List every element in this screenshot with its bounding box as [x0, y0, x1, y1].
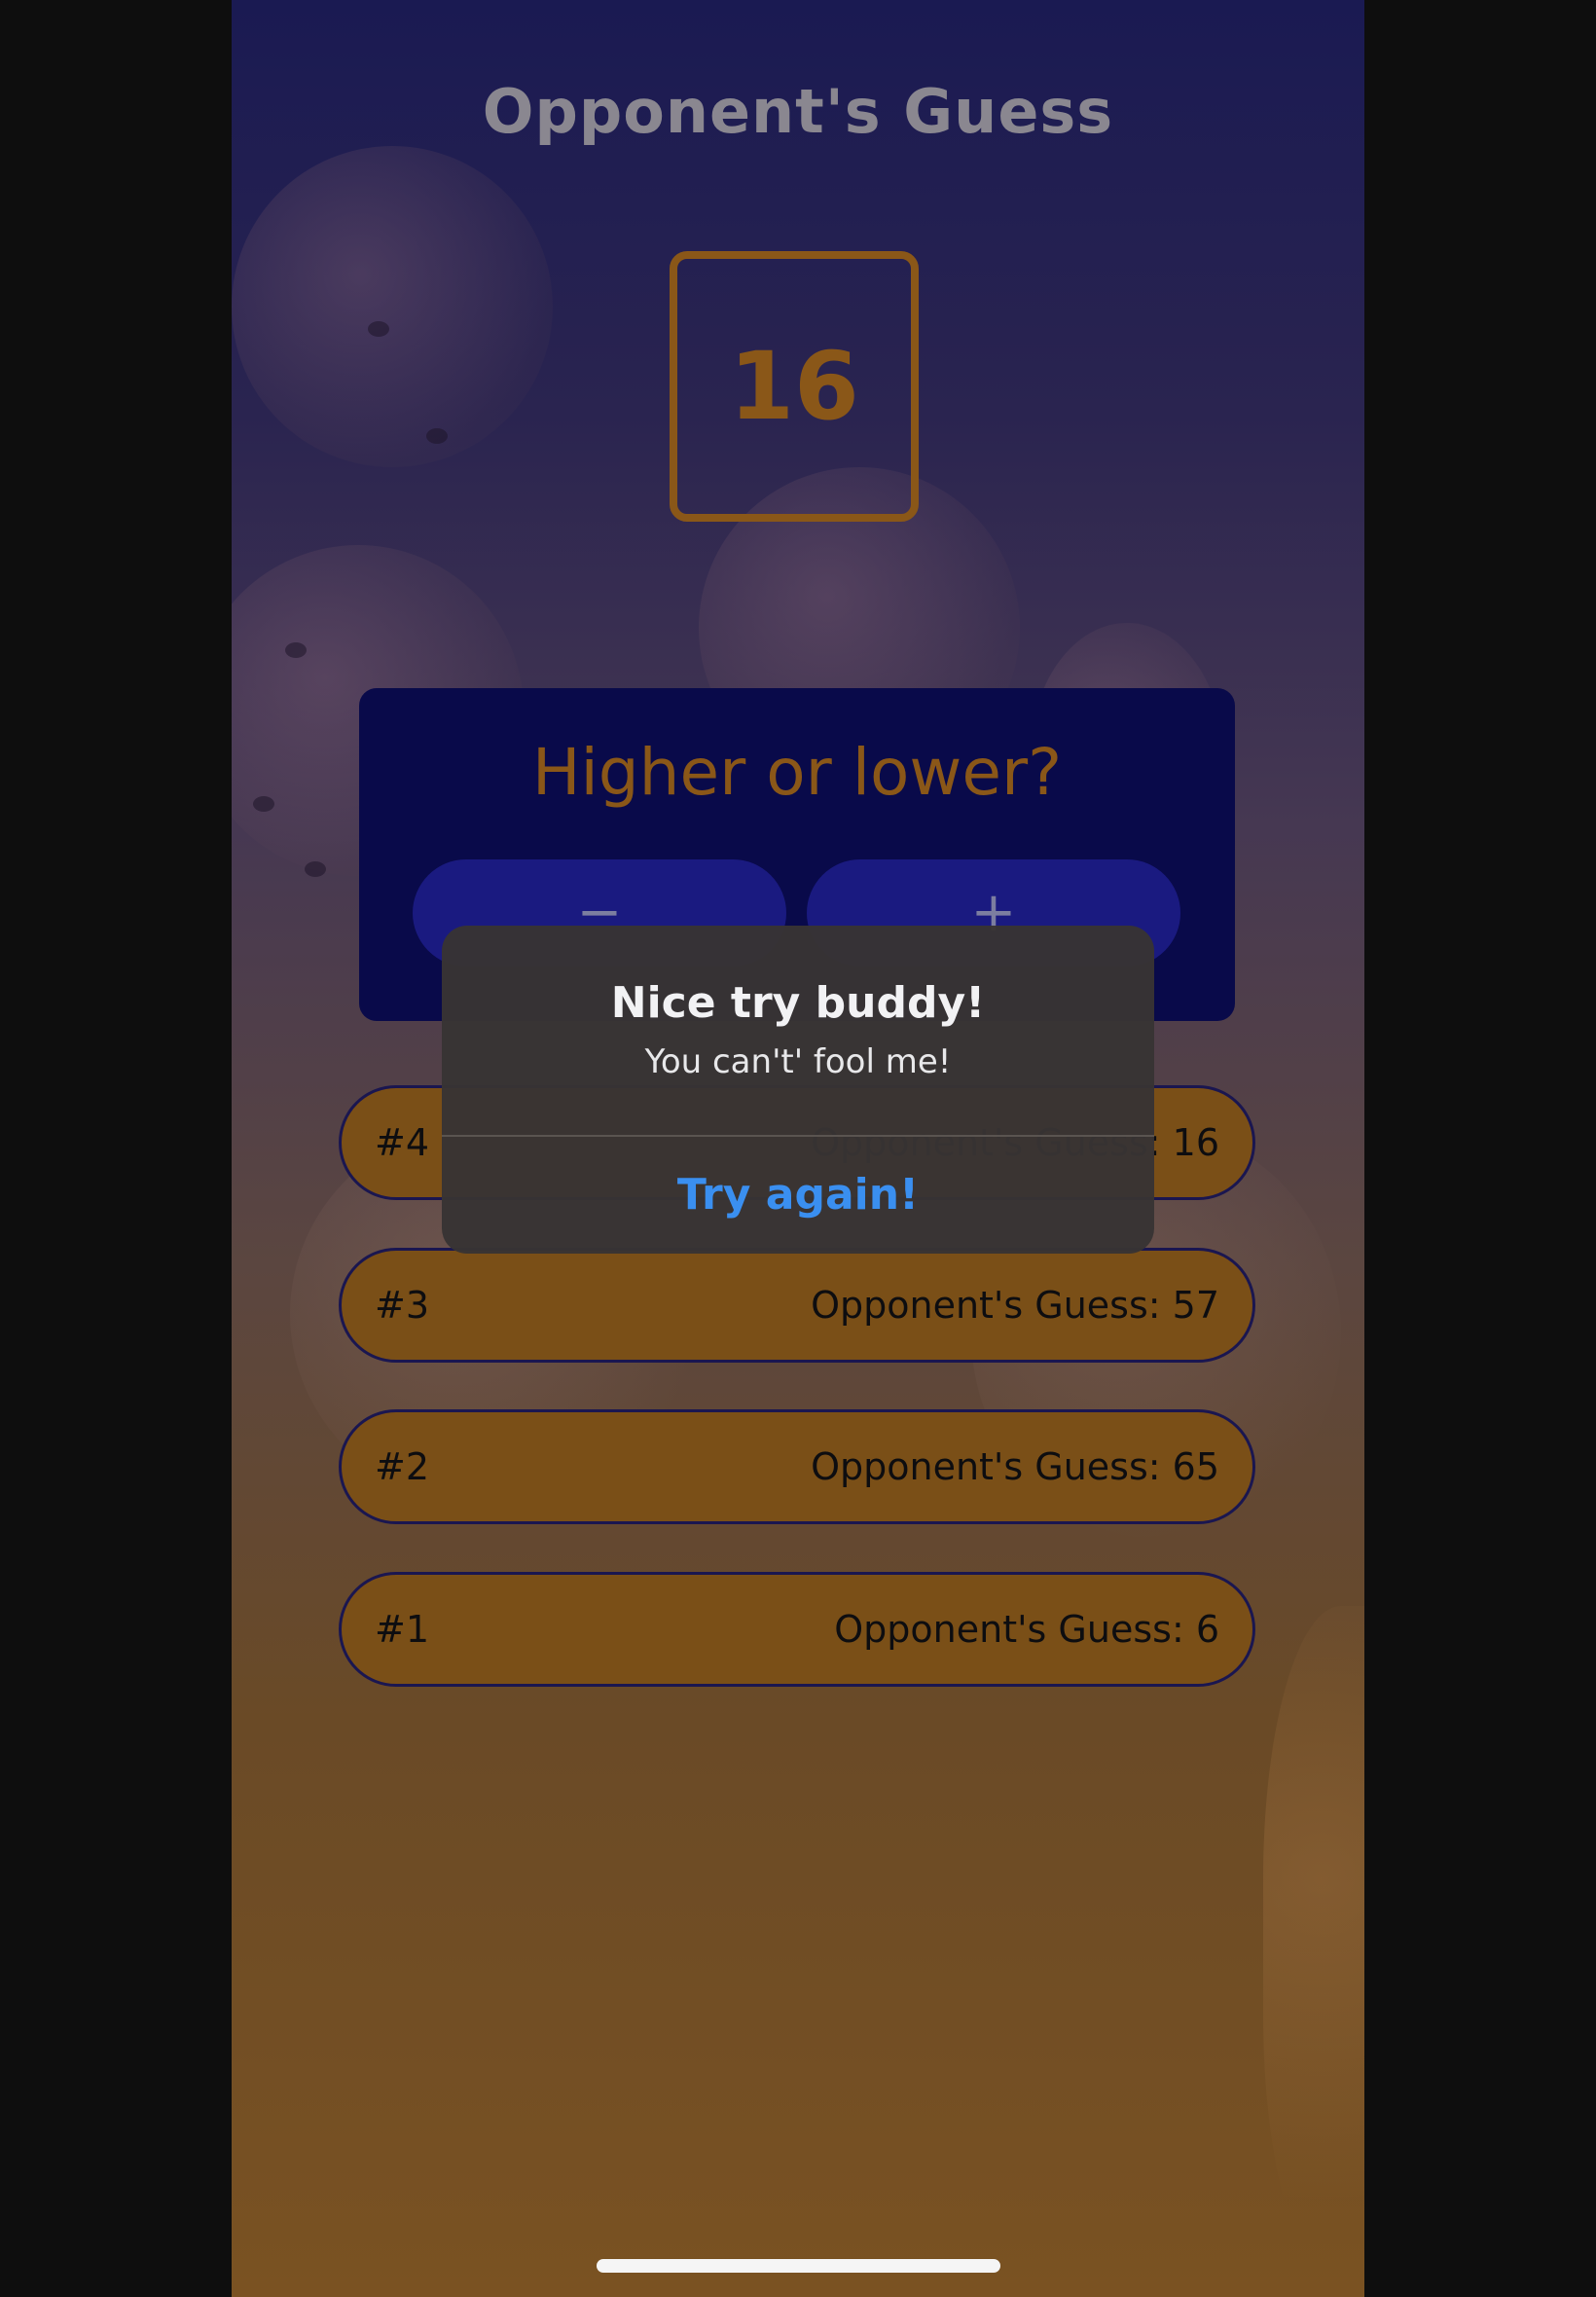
guess-round-number: #3 [375, 1284, 430, 1327]
guess-round-text: Opponent's Guess: 6 [834, 1608, 1219, 1651]
background-decoration [285, 642, 307, 658]
guess-log-item: #2 Opponent's Guess: 65 [339, 1409, 1255, 1524]
alert-dialog: Nice try buddy! You can't' fool me! Try … [442, 926, 1154, 1254]
current-guess-value: 16 [729, 332, 859, 441]
app-screen: Opponent's Guess 16 Higher or lower? − +… [232, 0, 1364, 2297]
home-indicator[interactable] [597, 2259, 1000, 2273]
try-again-button[interactable]: Try again! [442, 1137, 1154, 1254]
guess-round-number: #4 [375, 1121, 430, 1164]
alert-message: You can't' fool me! [644, 1042, 952, 1081]
alert-title: Nice try buddy! [610, 978, 986, 1028]
background-decoration [305, 861, 326, 877]
background-decoration [368, 321, 389, 337]
background-decoration [1263, 1606, 1364, 2287]
higher-lower-prompt: Higher or lower? [531, 735, 1063, 810]
guess-log-item: #3 Opponent's Guess: 57 [339, 1248, 1255, 1363]
background-decoration [253, 796, 274, 812]
background-decoration [232, 146, 553, 467]
current-guess-display: 16 [670, 251, 919, 522]
page-title: Opponent's Guess [482, 76, 1114, 147]
guess-round-text: Opponent's Guess: 65 [811, 1445, 1219, 1488]
guess-round-number: #1 [375, 1608, 430, 1651]
guess-round-number: #2 [375, 1445, 430, 1488]
guess-round-text: Opponent's Guess: 57 [811, 1284, 1219, 1327]
background-decoration [426, 428, 448, 444]
guess-log-item: #1 Opponent's Guess: 6 [339, 1572, 1255, 1687]
